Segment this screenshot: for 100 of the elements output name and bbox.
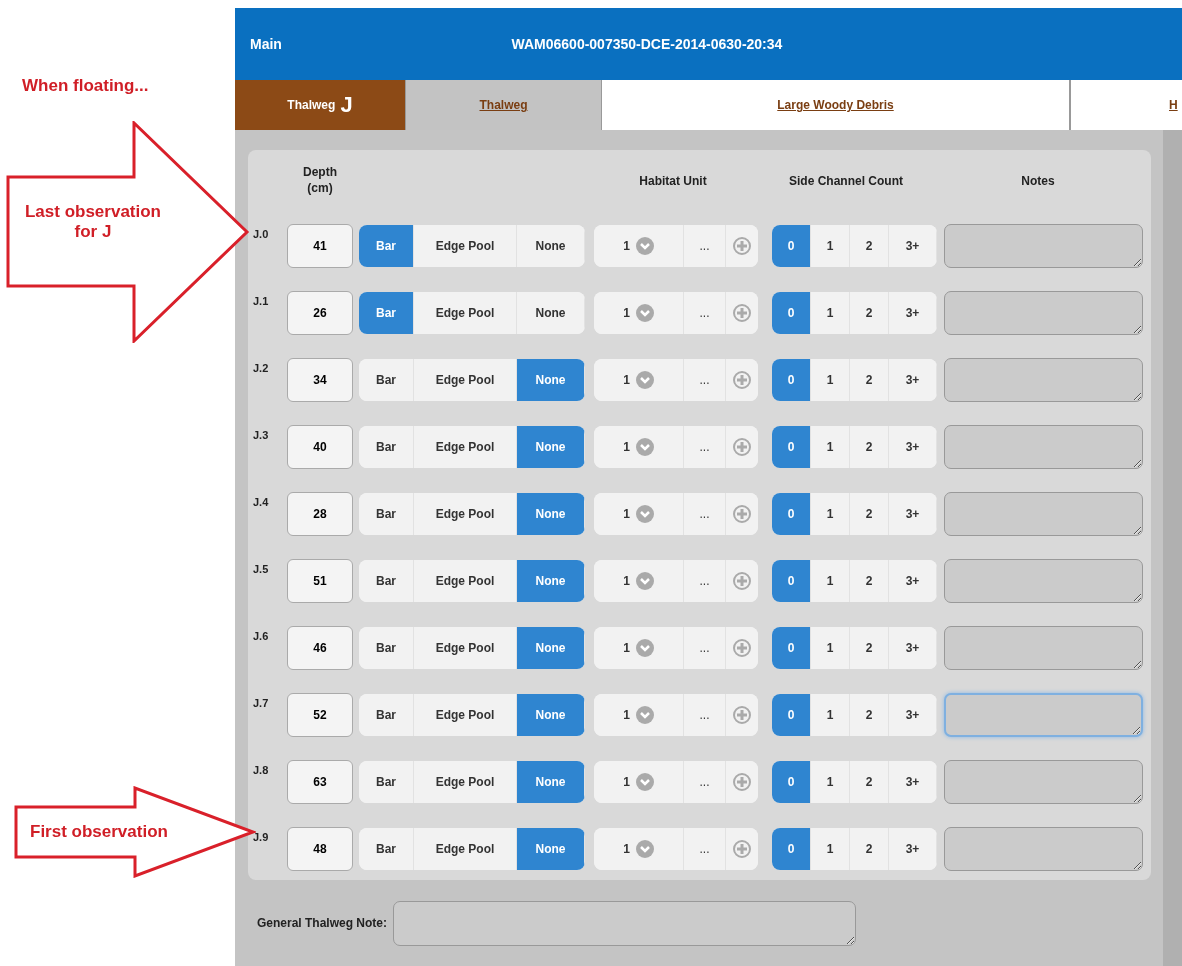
habitat-dropdown[interactable]: 1 (594, 291, 684, 334)
depth-field[interactable]: 51 (287, 558, 353, 603)
row-label: J.9 (253, 830, 270, 845)
row-label: J.4 (253, 495, 270, 510)
habitat-dropdown[interactable]: 1 (594, 492, 684, 535)
chevron-down-icon (635, 638, 654, 657)
annotation-text: First observation (30, 822, 168, 843)
chevron-down-icon (635, 437, 654, 456)
depth-field[interactable]: 46 (287, 625, 353, 670)
segment-button[interactable]: None (517, 626, 585, 669)
notes-field[interactable] (944, 424, 1143, 469)
row-label: J.6 (253, 629, 270, 644)
segment-button[interactable]: Bar (359, 827, 414, 870)
column-header: Side Channel Count (788, 173, 904, 190)
depth-field[interactable]: 26 (287, 290, 353, 335)
segment-button[interactable]: Bar (359, 492, 414, 535)
depth-field[interactable]: 40 (287, 424, 353, 469)
chevron-down-icon (635, 236, 654, 255)
plus-icon (733, 638, 751, 657)
chevron-down-icon (635, 370, 654, 389)
row-label: J.2 (253, 361, 270, 376)
notes-field[interactable] (944, 223, 1143, 268)
habitat-dropdown[interactable]: 1 (594, 626, 684, 669)
plus-icon (733, 437, 751, 456)
habitat-dropdown[interactable]: 1 (594, 559, 684, 602)
segment-button[interactable]: 0 (772, 693, 811, 736)
habitat-dropdown[interactable]: 1 (594, 358, 684, 401)
segment-button[interactable]: Bar (359, 291, 414, 334)
segment-button[interactable]: 0 (772, 492, 811, 535)
segment-button[interactable]: Bar (359, 693, 414, 736)
plus-icon (733, 504, 751, 523)
notes-field[interactable] (944, 625, 1143, 670)
segment-button[interactable]: None (517, 559, 585, 602)
row-label: J.7 (253, 696, 270, 711)
record-id: WAM06600-007350-DCE-2014-0630-20:34 (510, 34, 784, 54)
notes-field[interactable] (944, 692, 1143, 737)
depth-field[interactable]: 41 (287, 223, 353, 268)
field-label: General Thalweg Note: (257, 915, 388, 932)
depth-field[interactable]: 48 (287, 826, 353, 871)
notes-field[interactable] (944, 759, 1143, 804)
tab[interactable]: Thalweg (406, 80, 602, 130)
habitat-dropdown[interactable]: 1 (594, 827, 684, 870)
segment-button[interactable]: Bar (359, 559, 414, 602)
column-header: Habitat Unit (638, 173, 708, 190)
depth-field[interactable]: 28 (287, 491, 353, 536)
segment-button[interactable]: Bar (359, 626, 414, 669)
row-label: J.0 (253, 227, 270, 242)
plus-icon (733, 236, 751, 255)
notes-field[interactable] (944, 826, 1143, 871)
depth-field[interactable]: 34 (287, 357, 353, 402)
column-header: Notes (1020, 173, 1056, 190)
depth-field[interactable]: 52 (287, 692, 353, 737)
chevron-down-icon (635, 504, 654, 523)
segment-button[interactable]: None (517, 425, 585, 468)
segment-button[interactable]: Bar (359, 760, 414, 803)
segment-button[interactable]: Bar (359, 224, 414, 267)
note-field[interactable] (393, 900, 857, 946)
annotation-text: Last observation for J (23, 202, 162, 243)
depth-field[interactable]: 63 (287, 759, 353, 804)
segment-button[interactable]: None (517, 760, 585, 803)
segment-button[interactable]: 0 (772, 358, 811, 401)
annotation-text: When floating... (22, 76, 149, 97)
plus-icon (733, 772, 751, 791)
notes-field[interactable] (944, 558, 1143, 603)
column-header: Depth (cm) (302, 165, 338, 197)
notes-field[interactable] (944, 491, 1143, 536)
habitat-dropdown[interactable]: 1 (594, 224, 684, 267)
plus-icon (733, 370, 751, 389)
chevron-down-icon (635, 839, 654, 858)
row-label: J.5 (253, 562, 270, 577)
chevron-down-icon (635, 772, 654, 791)
segment-button[interactable]: 0 (772, 626, 811, 669)
row-label: J.8 (253, 763, 270, 778)
plus-icon (733, 839, 751, 858)
segment-button[interactable]: None (517, 358, 585, 401)
habitat-dropdown[interactable]: 1 (594, 693, 684, 736)
header-title: Main (250, 34, 282, 54)
habitat-dropdown[interactable]: 1 (594, 425, 684, 468)
chevron-down-icon (635, 571, 654, 590)
notes-field[interactable] (944, 357, 1143, 402)
plus-icon (733, 303, 751, 322)
segment-button[interactable]: 0 (772, 827, 811, 870)
chevron-down-icon (635, 705, 654, 724)
habitat-dropdown[interactable]: 1 (594, 760, 684, 803)
segment-button[interactable]: 0 (772, 291, 811, 334)
segment-button[interactable]: 0 (772, 760, 811, 803)
segment-button[interactable]: Bar (359, 358, 414, 401)
segment-button[interactable]: Bar (359, 425, 414, 468)
segment-button[interactable]: 0 (772, 425, 811, 468)
notes-field[interactable] (944, 290, 1143, 335)
segment-button[interactable]: None (517, 693, 585, 736)
plus-icon (733, 571, 751, 590)
segment-button[interactable]: 0 (772, 224, 811, 267)
tab[interactable]: Thalweg J (235, 80, 406, 130)
chevron-down-icon (635, 303, 654, 322)
row-label: J.3 (253, 428, 270, 443)
segment-button[interactable]: None (517, 492, 585, 535)
row-label: J.1 (253, 294, 270, 309)
segment-button[interactable]: 0 (772, 559, 811, 602)
segment-button[interactable]: None (517, 827, 585, 870)
